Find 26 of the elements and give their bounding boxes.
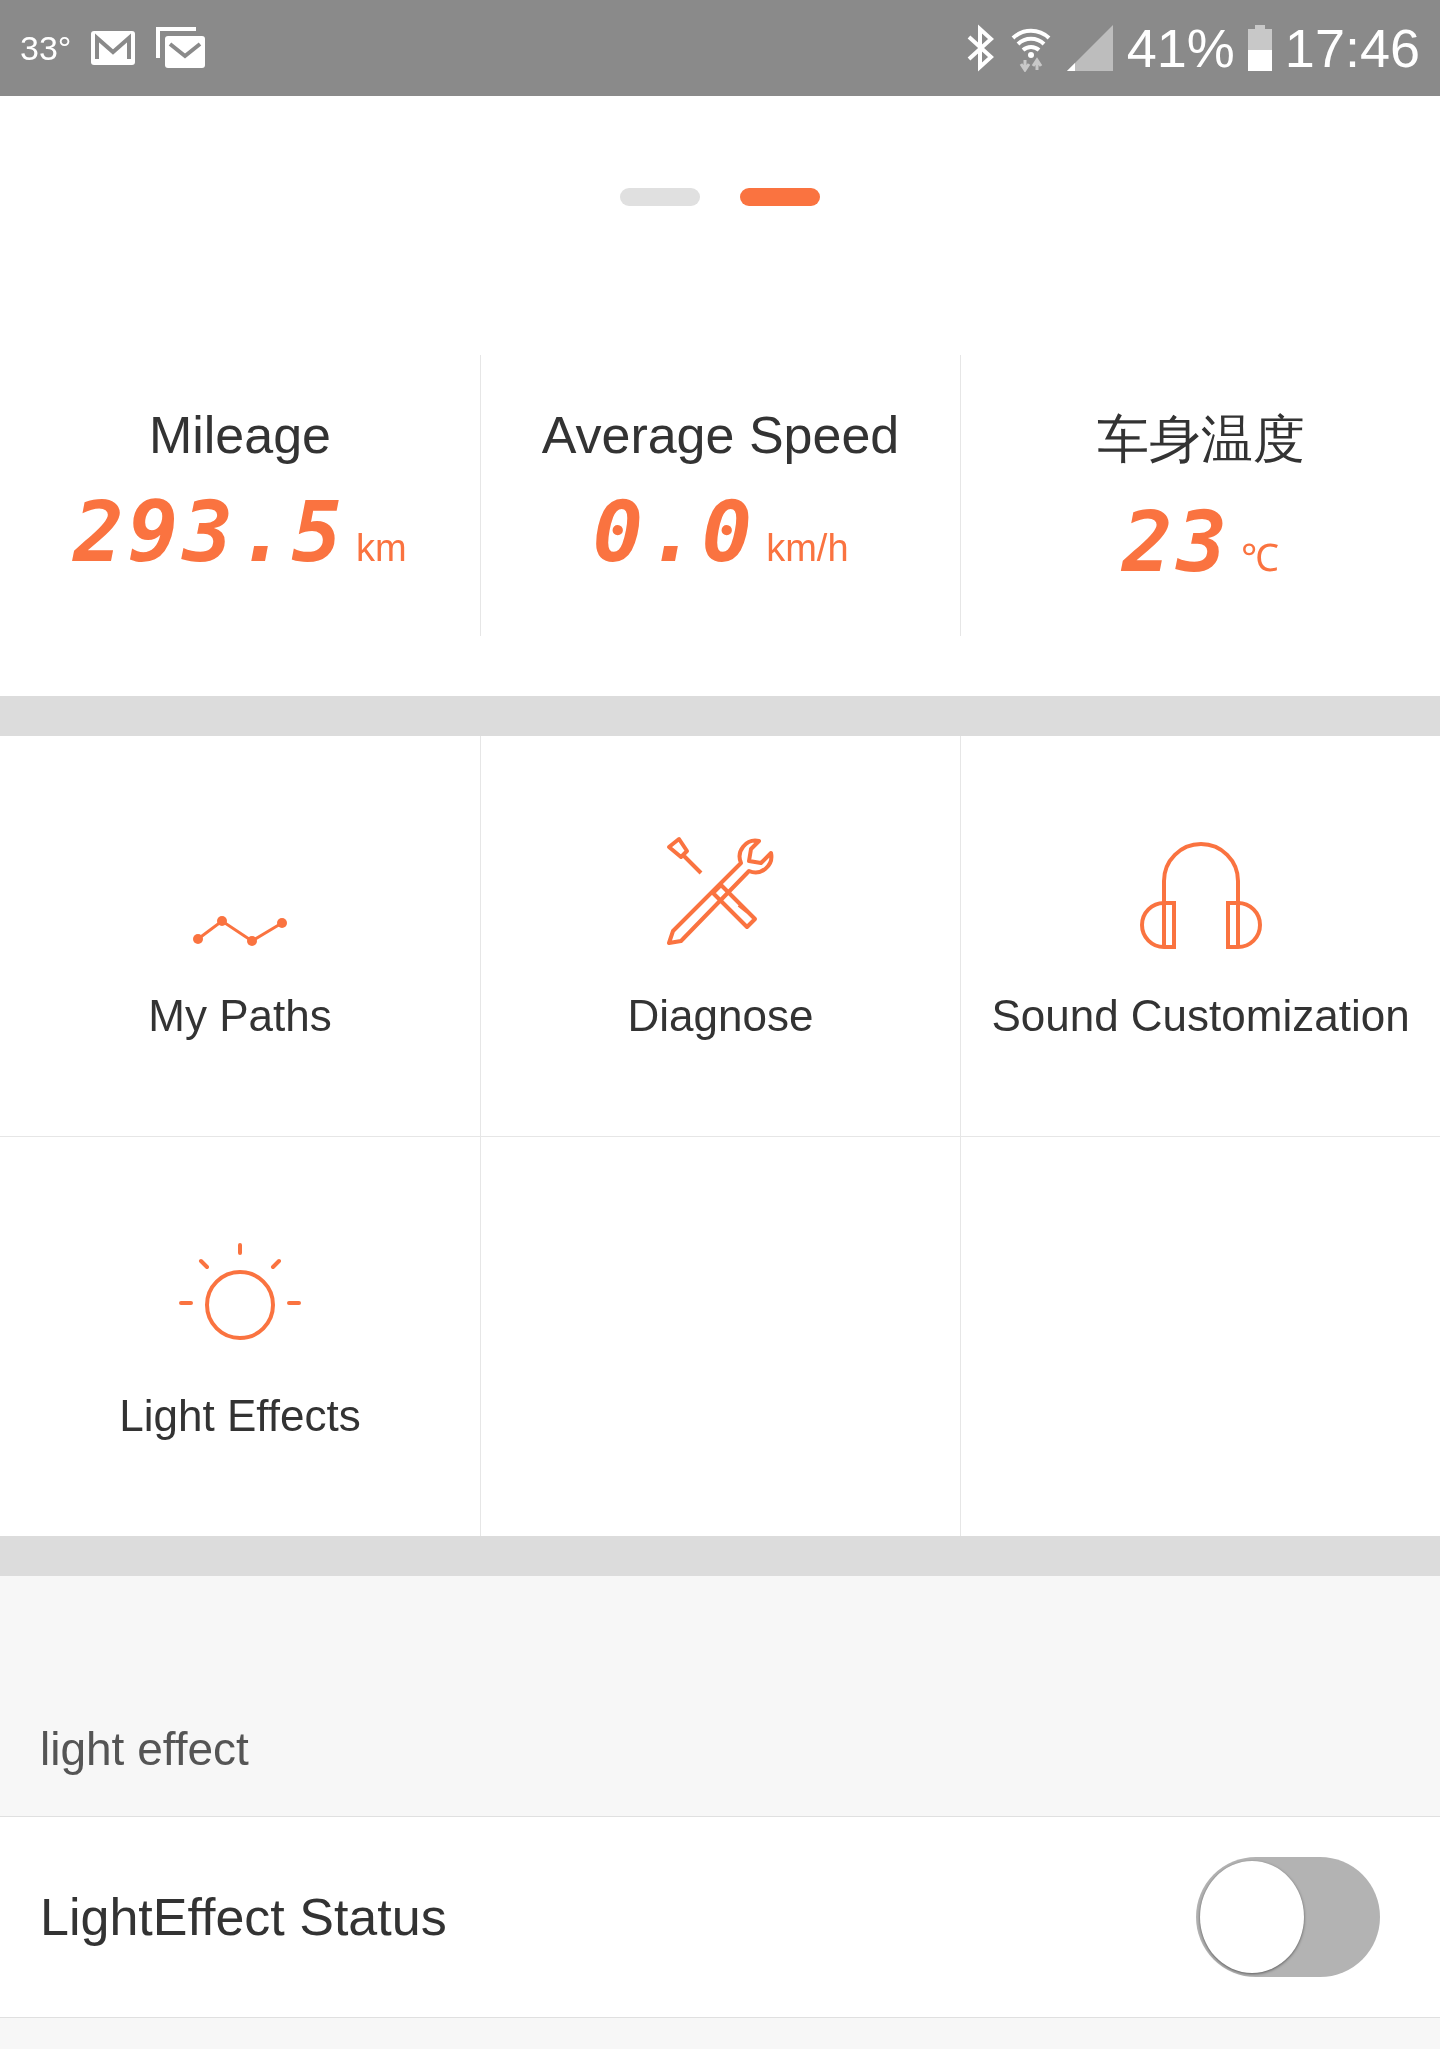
stat-value: 0.0	[592, 483, 757, 581]
page-indicator[interactable]	[620, 188, 700, 206]
stat-value: 293.5	[73, 483, 347, 581]
setting-label: LightEffect Status	[40, 1887, 447, 1947]
tile-label: My Paths	[148, 991, 332, 1041]
stat-label: Average Speed	[541, 405, 900, 465]
tile-label: Diagnose	[627, 991, 814, 1041]
section-header: light effect	[40, 1722, 249, 1776]
stat-value: 23	[1121, 493, 1232, 591]
menu-tile[interactable]: Diagnose	[480, 736, 960, 1136]
temperature-text: 33°	[20, 28, 72, 68]
battery-icon	[1246, 24, 1273, 72]
battery-percent: 41%	[1126, 17, 1235, 79]
unit-label: ℃	[1241, 536, 1280, 581]
clock-time: 17:46	[1284, 17, 1420, 79]
unit-label: km/h	[766, 527, 849, 570]
menu-tile[interactable]: Sound Customization	[960, 736, 1440, 1136]
stat-label: 车身温度	[1096, 409, 1305, 470]
tile-label: Sound Customization	[991, 991, 1410, 1041]
tile-label: Light Effects	[119, 1391, 361, 1441]
unit-label: km	[356, 527, 407, 570]
stat-label: Mileage	[148, 405, 332, 465]
messages-icon	[155, 26, 208, 70]
page-indicator[interactable]	[740, 188, 820, 206]
menu-tile[interactable]: My Paths	[0, 736, 480, 1136]
mail-icon	[89, 29, 138, 67]
